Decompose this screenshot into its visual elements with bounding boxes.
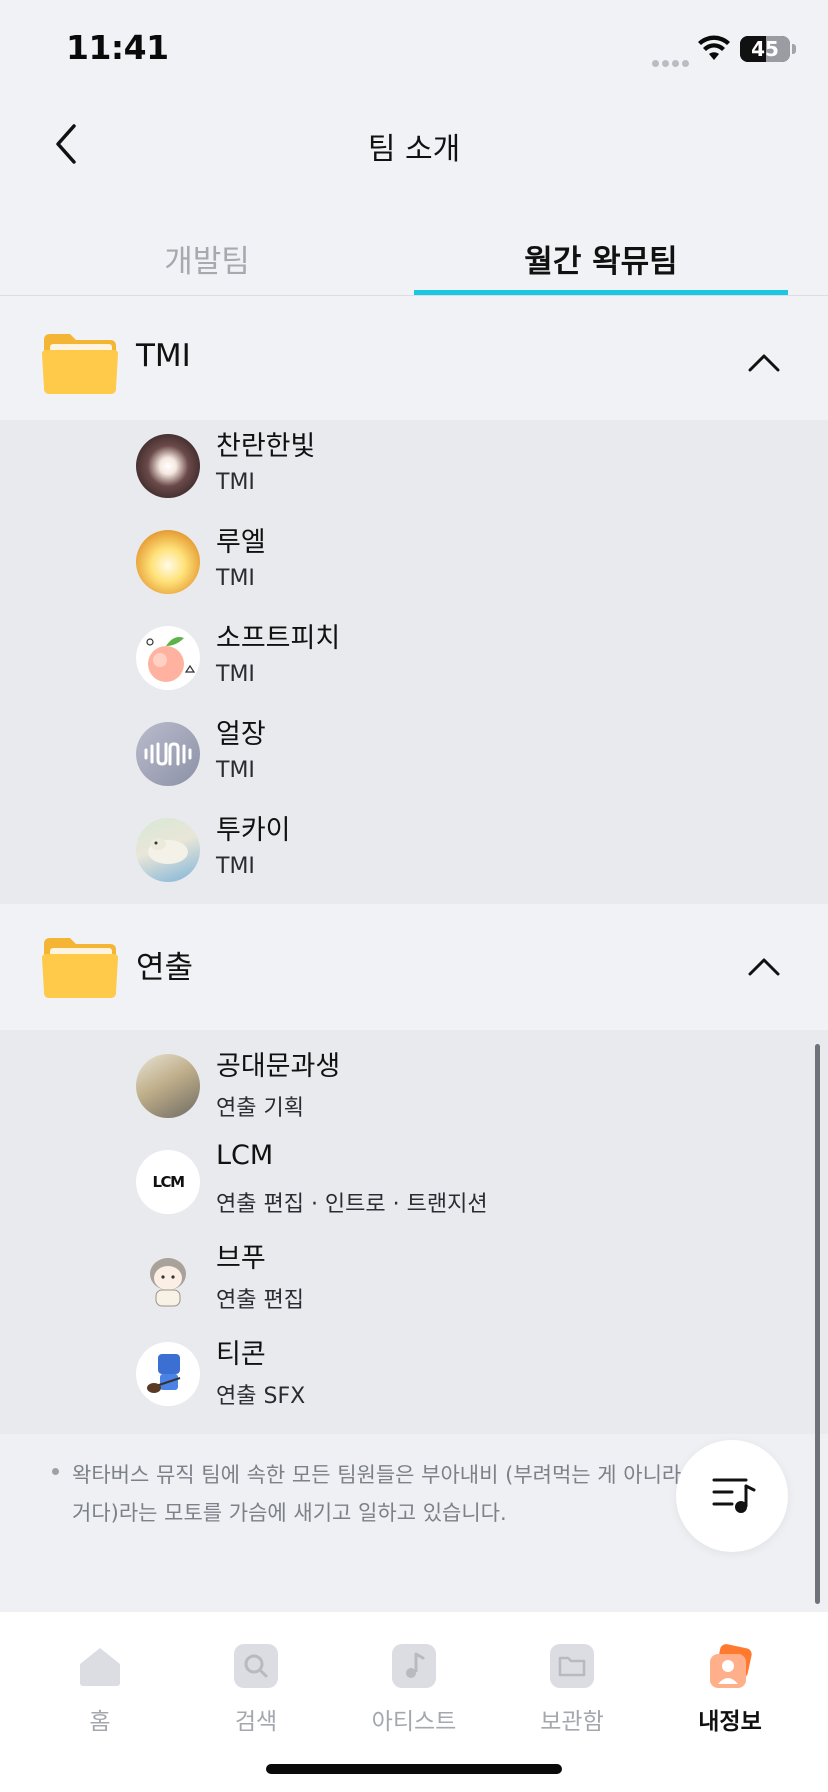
playlist-icon (712, 1478, 756, 1513)
folder-icon (550, 1644, 594, 1688)
page-title: 팀 소개 (367, 132, 461, 167)
nav-label: 보관함 (540, 1709, 604, 1735)
member-name: LCM (216, 1140, 274, 1171)
member-name: 얼장 (216, 719, 266, 750)
member-name: 티콘 (216, 1339, 266, 1370)
tab-active-indicator (414, 290, 788, 295)
sound-wave-icon (144, 742, 192, 766)
list-item[interactable]: 티콘 연출 SFX (0, 1328, 828, 1424)
member-name: 루엘 (216, 527, 266, 558)
avatar-logo-text: LCM (152, 1173, 186, 1191)
bullet (52, 1468, 59, 1475)
list-item[interactable]: 소프트피치 TMI (0, 612, 828, 708)
member-role: 연출 편집 (216, 1288, 304, 1313)
playlist-button[interactable] (676, 1440, 788, 1552)
battery-icon: 45 (740, 36, 790, 62)
member-name: 공대문과생 (216, 1051, 341, 1082)
header: 팀 소개 (0, 100, 828, 188)
member-role: TMI (216, 566, 255, 591)
group-title: 연출 (136, 950, 194, 986)
wifi-icon (698, 35, 730, 60)
nav-label: 홈 (89, 1709, 111, 1735)
battery-level: 45 (751, 37, 779, 61)
member-name: 브푸 (216, 1243, 266, 1274)
search-icon (234, 1644, 278, 1688)
member-role: 연출 편집 · 인트로 · 트랜지션 (216, 1192, 488, 1217)
profile-icon (710, 1644, 752, 1688)
member-role: TMI (216, 854, 255, 879)
nav-artist[interactable]: 아티스트 (334, 1630, 494, 1735)
home-icon (80, 1648, 120, 1686)
group-header-direction[interactable]: 연출 (0, 904, 828, 1028)
cellular-signal-icon (652, 52, 692, 67)
avatar (136, 1342, 200, 1406)
avatar (136, 1054, 200, 1118)
nav-label: 내정보 (698, 1709, 762, 1735)
music-note-icon (392, 1644, 436, 1688)
avatar (136, 434, 200, 498)
chevron-up-icon (748, 958, 780, 976)
list-item[interactable]: 투카이 TMI (0, 804, 828, 900)
chevron-up-icon (748, 354, 780, 372)
member-name: 투카이 (216, 815, 291, 846)
member-name: 찬란한빛 (216, 431, 316, 462)
nav-library[interactable]: 보관함 (492, 1630, 652, 1735)
member-role: 연출 SFX (216, 1384, 306, 1409)
nav-label: 검색 (234, 1709, 278, 1735)
avatar (136, 818, 200, 882)
list-item[interactable]: LCM LCM 연출 편집 · 인트로 · 트랜지션 (0, 1136, 828, 1232)
home-indicator (266, 1764, 562, 1774)
member-role: TMI (216, 662, 255, 687)
member-list-direction: 공대문과생 연출 기획 LCM LCM 연출 편집 · 인트로 · 트랜지션 브… (0, 1030, 828, 1434)
nav-search[interactable]: 검색 (176, 1630, 336, 1735)
creature-icon (148, 838, 188, 864)
status-bar: 11:41 45 (0, 0, 828, 100)
list-item[interactable]: 브푸 연출 편집 (0, 1232, 828, 1328)
scrollbar[interactable] (815, 1044, 820, 1604)
guitar-character-icon (147, 1354, 181, 1393)
folder-icon (42, 334, 118, 394)
peach-icon (146, 637, 196, 682)
tab-bar: 개발팀 월간 왁뮤팀 (0, 210, 828, 296)
nav-label: 아티스트 (371, 1709, 457, 1735)
folder-icon (42, 938, 118, 998)
member-name: 소프트피치 (216, 623, 341, 654)
chibi-character-icon (150, 1258, 186, 1307)
avatar (136, 722, 200, 786)
nav-my-info[interactable]: 내정보 (650, 1630, 810, 1735)
group-header-tmi[interactable]: TMI (0, 300, 828, 424)
tab-monthly-wakmu-team[interactable]: 월간 왁뮤팀 (414, 236, 788, 281)
member-list-tmi: 찬란한빛 TMI 루엘 TMI 소프트피치 TMI 얼장 TMI 투카이 TMI (0, 420, 828, 904)
list-item[interactable]: 얼장 TMI (0, 708, 828, 804)
member-role: TMI (216, 758, 255, 783)
avatar (136, 1246, 200, 1310)
list-item[interactable]: 찬란한빛 TMI (0, 420, 828, 516)
avatar: LCM (136, 1150, 200, 1214)
tab-dev-team[interactable]: 개발팀 (0, 236, 414, 281)
list-item[interactable]: 공대문과생 연출 기획 (0, 1040, 828, 1136)
battery-cap (792, 44, 796, 54)
status-time: 11:41 (66, 28, 169, 67)
avatar (136, 626, 200, 690)
member-role: TMI (216, 470, 255, 495)
group-title: TMI (136, 338, 191, 374)
nav-home[interactable]: 홈 (20, 1630, 180, 1735)
avatar (136, 530, 200, 594)
member-role: 연출 기획 (216, 1096, 304, 1121)
list-item[interactable]: 루엘 TMI (0, 516, 828, 612)
